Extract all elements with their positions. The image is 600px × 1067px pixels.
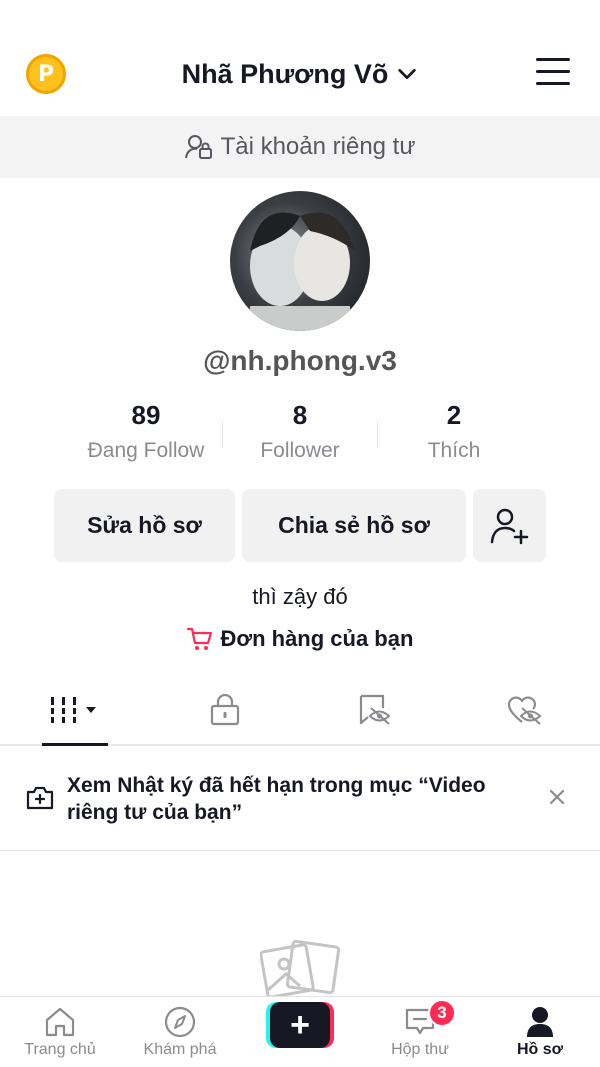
plus-icon: + [270,1002,330,1048]
orders-link[interactable]: Đơn hàng của bạn [0,626,600,652]
private-banner-text: Tài khoản riêng tư [220,133,416,160]
share-profile-button[interactable]: Chia sẻ hồ sơ [242,489,466,562]
stat-following[interactable]: 89 Đang Follow [66,400,226,463]
top-bar: P Nhã Phương Võ [0,0,600,116]
nav-profile[interactable]: Hồ sơ [480,1005,600,1059]
avatar-image [250,212,355,331]
hidden-bookmark-icon [359,694,391,725]
stat-likes-label: Thích [427,439,481,462]
compass-icon [164,1006,196,1038]
lock-icon [210,694,240,726]
tab-private[interactable] [150,676,300,744]
empty-photo-icon [260,939,340,998]
add-friend-button[interactable] [473,489,546,562]
stat-followers-label: Follower [260,439,340,462]
add-user-icon [490,508,528,544]
camera-add-icon [26,786,54,810]
nav-discover[interactable]: Khám phá [120,1005,240,1059]
menu-icon[interactable] [536,58,570,88]
edit-profile-button[interactable]: Sửa hồ sơ [54,489,235,562]
nav-inbox-label: Hộp thư [391,1041,449,1058]
nav-profile-label: Hồ sơ [516,1041,564,1058]
expired-stories-notice[interactable]: Xem Nhật ký đã hết hạn trong mục “Video … [0,746,600,851]
chevron-down-icon [398,68,417,80]
tab-videos[interactable] [0,676,150,746]
create-button[interactable]: + [266,1002,334,1048]
notice-text: Xem Nhật ký đã hết hạn trong mục “Video … [67,774,486,824]
cart-icon [186,627,212,650]
stat-following-value: 89 [131,400,161,430]
stat-followers-value: 8 [292,400,308,430]
profile-stats: 89 Đang Follow 8 Follower 2 Thích [0,400,600,472]
stat-following-label: Đang Follow [87,439,205,462]
inbox-badge: 3 [428,999,456,1027]
stat-followers[interactable]: 8 Follower [220,400,380,463]
hidden-heart-icon [507,696,542,725]
grid-icon [49,697,96,723]
stat-likes-value: 2 [446,400,462,430]
stat-likes[interactable]: 2 Thích [374,400,534,463]
nav-inbox[interactable]: Hộp thư [360,1005,480,1059]
nav-home-label: Trang chủ [24,1041,96,1058]
display-name: Nhã Phương Võ [181,58,389,89]
nav-home[interactable]: Trang chủ [0,1005,120,1059]
home-icon [45,1007,75,1037]
profile-icon [527,1007,553,1037]
tab-liked[interactable] [450,676,600,744]
avatar[interactable] [230,191,370,331]
tab-reposts[interactable] [300,676,450,744]
profile-handle: @nh.phong.v3 [203,345,397,376]
bottom-nav: Trang chủ Khám phá + Hộp thư 3 Hồ sơ [0,996,600,1067]
content-tabs [0,676,600,746]
account-switcher[interactable]: Nhã Phương Võ [0,56,600,92]
close-icon[interactable] [546,786,568,808]
orders-label: Đơn hàng của bạn [220,626,414,651]
private-user-icon [184,135,212,159]
nav-discover-label: Khám phá [143,1041,217,1058]
profile-bio: thì zậy đó [252,584,348,609]
private-account-banner: Tài khoản riêng tư [0,116,600,178]
